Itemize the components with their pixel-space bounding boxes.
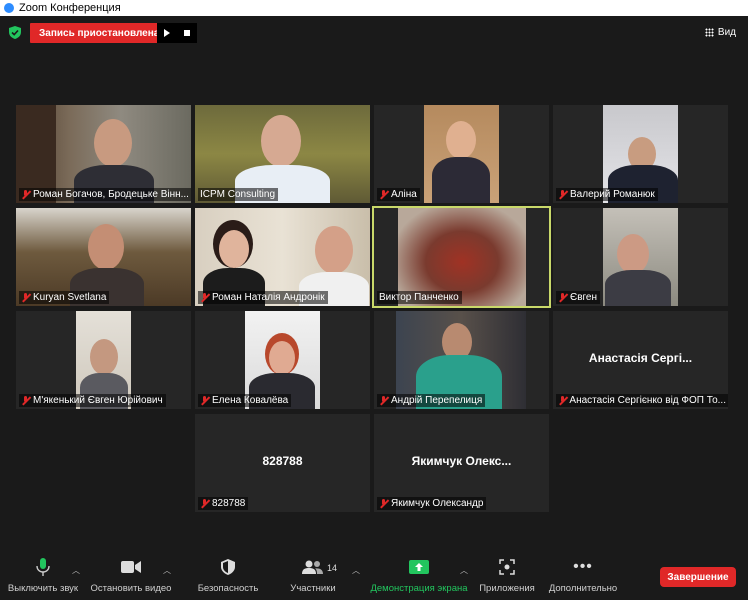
share-screen-button-label: Демонстрация экрана — [370, 583, 468, 594]
video-options-chevron-icon[interactable]: ︿ — [163, 565, 171, 576]
participant-name-label: Kuryan Svetlana — [19, 291, 110, 304]
stop-video-button-label: Остановить видео — [90, 583, 172, 594]
video-tile[interactable]: Kuryan Svetlana — [16, 208, 191, 306]
muted-mic-icon — [21, 292, 30, 303]
stop-recording-icon[interactable] — [184, 30, 190, 36]
participants-icon — [302, 560, 323, 574]
muted-mic-icon — [379, 189, 388, 200]
video-tile[interactable]: Аліна — [374, 105, 549, 203]
participant-display-name: Якимчук Олекс... — [411, 454, 512, 468]
video-tile[interactable]: Євген — [553, 208, 728, 306]
security-shield-icon — [221, 559, 235, 575]
participant-face — [219, 230, 249, 268]
participant-name-label: Виктор Панченко — [377, 291, 462, 304]
participant-name-label: Якимчук Олександр — [377, 497, 487, 510]
participant-name-label: Елена Ковалёва — [198, 394, 292, 407]
muted-mic-icon — [558, 292, 567, 303]
participant-name-label: М'якенький Євген Юрійович — [19, 394, 166, 407]
video-tile[interactable]: М'якенький Євген Юрійович — [16, 311, 191, 409]
window-title: Zoom Конференция — [19, 2, 121, 14]
video-tile[interactable]: Елена Ковалёва — [195, 311, 370, 409]
video-tile-no-video[interactable]: Анастасія Сергі... Анастасія Сергієнко в… — [553, 311, 728, 409]
participant-face — [261, 115, 301, 167]
share-options-chevron-icon[interactable]: ︿ — [460, 565, 468, 576]
muted-mic-icon — [200, 292, 209, 303]
participant-face — [315, 226, 353, 274]
apps-icon — [499, 559, 515, 575]
security-button[interactable]: Безопасность — [192, 555, 264, 600]
muted-mic-icon — [379, 498, 388, 509]
participant-name-label: Роман Наталія Андронік — [198, 291, 328, 304]
view-button[interactable]: Вид — [704, 27, 736, 38]
participants-button[interactable]: Участники — [284, 555, 342, 600]
participant-name-label: Євген — [556, 291, 601, 304]
participant-name-label: ICPM Consulting — [198, 188, 279, 201]
end-meeting-button[interactable]: Завершение — [660, 567, 736, 587]
video-tile-no-video[interactable]: Якимчук Олекс... Якимчук Олександр — [374, 414, 549, 512]
participant-name-label: Андрій Перепелиця — [377, 394, 486, 407]
muted-mic-icon — [379, 395, 388, 406]
grid-view-icon — [704, 28, 714, 37]
participants-button-label: Участники — [290, 583, 336, 594]
mute-button[interactable]: Выключить звук — [4, 555, 82, 600]
participant-name-label: 828788 — [198, 497, 249, 510]
more-dots-icon: ••• — [573, 558, 593, 575]
video-camera-icon — [121, 561, 141, 573]
participant-face — [90, 339, 118, 375]
video-tile-no-video[interactable]: 828788 828788 — [195, 414, 370, 512]
muted-mic-icon — [200, 395, 209, 406]
participant-name-label: Аліна — [377, 188, 420, 201]
participant-face — [88, 224, 124, 270]
resume-recording-icon[interactable] — [164, 29, 170, 37]
muted-mic-icon — [21, 395, 30, 406]
video-tile[interactable]: Роман Наталія Андронік — [195, 208, 370, 306]
end-meeting-button-label: Завершение — [667, 571, 729, 583]
video-tile[interactable]: Роман Богачов, Бродецьке Вінн... — [16, 105, 191, 203]
zoom-app-icon — [4, 3, 14, 13]
video-tile[interactable]: Андрій Перепелиця — [374, 311, 549, 409]
recording-status-label: Запись приостановлена — [39, 27, 160, 39]
audio-options-chevron-icon[interactable]: ︿ — [72, 565, 80, 576]
mute-button-label: Выключить звук — [7, 583, 79, 594]
title-bar: Zoom Конференция — [0, 0, 748, 16]
participant-face — [94, 119, 132, 167]
muted-mic-icon — [558, 189, 567, 200]
participants-options-chevron-icon[interactable]: ︿ — [352, 565, 360, 576]
apps-button[interactable]: Приложения — [476, 555, 538, 600]
video-tile[interactable]: ICPM Consulting — [195, 105, 370, 203]
view-button-label: Вид — [717, 27, 736, 38]
participant-body — [605, 270, 671, 306]
meeting-toolbar: Выключить звук ︿ Остановить видео ︿ Безо… — [0, 555, 748, 600]
recording-controls — [157, 23, 197, 43]
participant-body — [432, 157, 490, 203]
share-screen-button[interactable]: Демонстрация экрана — [368, 555, 470, 600]
participant-face — [617, 234, 649, 274]
security-button-label: Безопасность — [197, 583, 259, 594]
participant-face — [446, 121, 476, 159]
participant-name-label: Анастасія Сергієнко від ФОП То... — [556, 394, 728, 407]
participants-count-badge: 14 — [327, 563, 338, 573]
muted-mic-icon — [200, 498, 209, 509]
video-tile-active-speaker[interactable]: Виктор Панченко — [372, 206, 551, 308]
muted-mic-icon — [21, 189, 30, 200]
apps-button-label: Приложения — [479, 583, 535, 594]
microphone-icon — [36, 558, 50, 576]
more-button-label: Дополнительно — [548, 583, 618, 594]
share-screen-icon — [409, 560, 429, 574]
video-tile[interactable]: Валерий Романюк — [553, 105, 728, 203]
participant-name-label: Валерий Романюк — [556, 188, 658, 201]
stop-video-button[interactable]: Остановить видео — [88, 555, 174, 600]
muted-mic-icon — [558, 395, 566, 406]
participant-display-name: Анастасія Сергі... — [588, 351, 693, 365]
participant-display-name: 828788 — [262, 454, 303, 468]
recording-status-badge: Запись приостановлена — [30, 23, 174, 43]
participant-face — [269, 341, 295, 375]
encryption-shield-icon[interactable] — [9, 26, 21, 39]
more-button[interactable]: ••• Дополнительно — [546, 555, 620, 600]
participant-name-label: Роман Богачов, Бродецьке Вінн... — [19, 188, 191, 201]
